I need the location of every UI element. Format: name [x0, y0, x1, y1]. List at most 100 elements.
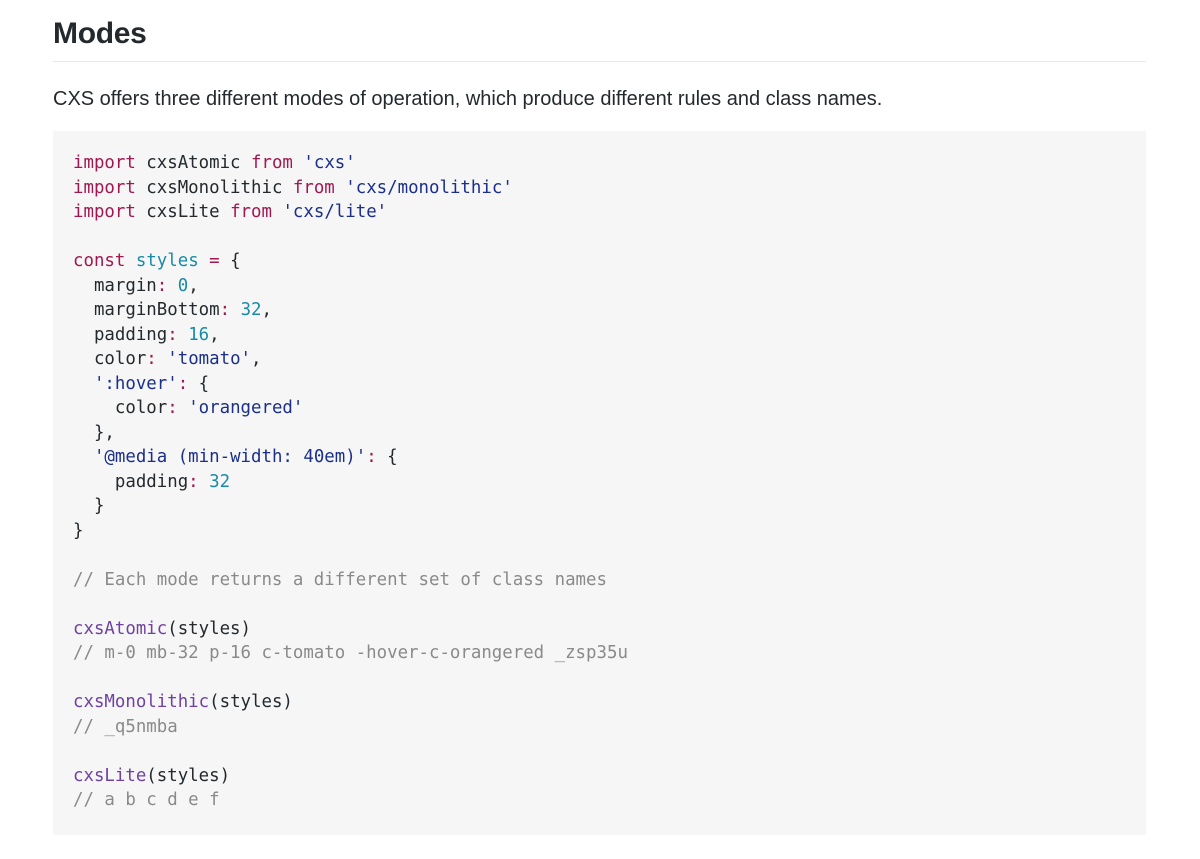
code-token: color [73, 398, 168, 418]
code-line: import cxsLite from 'cxs/lite' [73, 200, 1126, 225]
code-token: from [230, 202, 272, 222]
code-token: // _q5nmba [73, 716, 178, 737]
code-token: , [251, 349, 262, 369]
code-token: padding [73, 471, 189, 492]
code-token: 32 [209, 471, 231, 492]
code-line: // Each mode returns a different set of … [73, 568, 1126, 593]
code-token: // a b c d e f [73, 790, 220, 810]
code-token: 0 [177, 275, 189, 296]
code-token: from [251, 153, 293, 173]
code-token: , [188, 275, 199, 296]
code-line: '@media (min-width: 40em)': { [73, 445, 1126, 470]
code-token: 'cxs' [303, 153, 356, 173]
code-line: import cxsMonolithic from 'cxs/monolithi… [73, 176, 1126, 201]
code-token: 'cxs/lite' [282, 202, 388, 222]
code-line: // a b c d e f [73, 788, 1126, 813]
code-line: // _q5nmba [73, 715, 1126, 740]
code-token: } [73, 520, 84, 541]
code-token: , [261, 300, 272, 320]
code-token: (styles) [209, 692, 293, 712]
code-token: ':hover' [93, 373, 178, 394]
code-line: cxsAtomic(styles) [73, 617, 1126, 642]
code-token: (styles) [167, 618, 251, 639]
code-token: marginBottom [73, 300, 220, 320]
code-token: import [73, 177, 136, 198]
code-line: }, [73, 421, 1126, 446]
code-token: 16 [188, 324, 210, 345]
code-token: cxsAtomic [73, 618, 168, 639]
code-token: 'orangered' [188, 398, 304, 418]
code-line: import cxsAtomic from 'cxs' [73, 151, 1126, 176]
code-token: : [156, 275, 168, 296]
code-token: : [146, 349, 157, 369]
code-token: , [209, 324, 220, 345]
code-line: padding: 16, [73, 323, 1126, 348]
intro-paragraph: CXS offers three different modes of oper… [53, 88, 883, 110]
code-token: cxsAtomic [135, 153, 251, 173]
code-token: cxsMonolithic [73, 692, 210, 712]
code-token: import [73, 153, 136, 173]
code-token: cxsLite [73, 765, 147, 786]
code-token: } [73, 496, 105, 516]
code-token: cxsMonolithic [135, 177, 293, 198]
code-token: : [177, 373, 189, 394]
code-line: marginBottom: 32, [73, 298, 1126, 323]
code-token: : [167, 398, 178, 418]
readme-section: Modes CXS offers three different modes o… [53, 0, 1146, 835]
code-line: } [73, 494, 1126, 519]
code-token: margin [73, 275, 157, 296]
code-token: : [188, 471, 199, 492]
code-token: // Each mode returns a different set of … [73, 569, 607, 590]
code-token: : [167, 324, 178, 345]
code-line: color: 'tomato', [73, 347, 1126, 372]
code-token: padding [73, 324, 168, 345]
code-token: }, [73, 422, 115, 443]
code-token: { [188, 373, 210, 394]
code-token: : [219, 300, 231, 320]
code-token: from [292, 177, 335, 198]
code-token: { [219, 251, 241, 271]
code-token: 32 [240, 300, 262, 320]
code-token: { [376, 447, 398, 467]
code-line: margin: 0, [73, 274, 1126, 299]
code-token: styles [135, 251, 199, 271]
code-token: const [73, 251, 126, 271]
code-line: cxsLite(styles) [73, 764, 1126, 789]
code-token: color [73, 349, 147, 369]
code-token: import [73, 202, 136, 222]
code-token: = [209, 251, 220, 271]
code-line: cxsMonolithic(styles) [73, 690, 1126, 715]
code-block: import cxsAtomic from 'cxs' import cxsMon… [53, 131, 1146, 835]
code-token: (styles) [146, 765, 231, 786]
code-line: color: 'orangered' [73, 396, 1126, 421]
code-token: 'tomato' [167, 349, 252, 369]
code-token: // m-0 mb-32 p-16 c-tomato -hover-c-oran… [73, 643, 628, 663]
code-line: const styles = { [73, 249, 1126, 274]
code-line: padding: 32 [73, 470, 1126, 495]
code-token: : [366, 447, 377, 467]
code-token: '@media (min-width: 40em)' [93, 447, 367, 467]
code-token: 'cxs/monolithic' [345, 177, 513, 198]
code-line: // m-0 mb-32 p-16 c-tomato -hover-c-oran… [73, 641, 1126, 666]
code-line: ':hover': { [73, 372, 1126, 397]
section-heading: Modes [53, 0, 1146, 62]
code-line: } [73, 519, 1126, 544]
